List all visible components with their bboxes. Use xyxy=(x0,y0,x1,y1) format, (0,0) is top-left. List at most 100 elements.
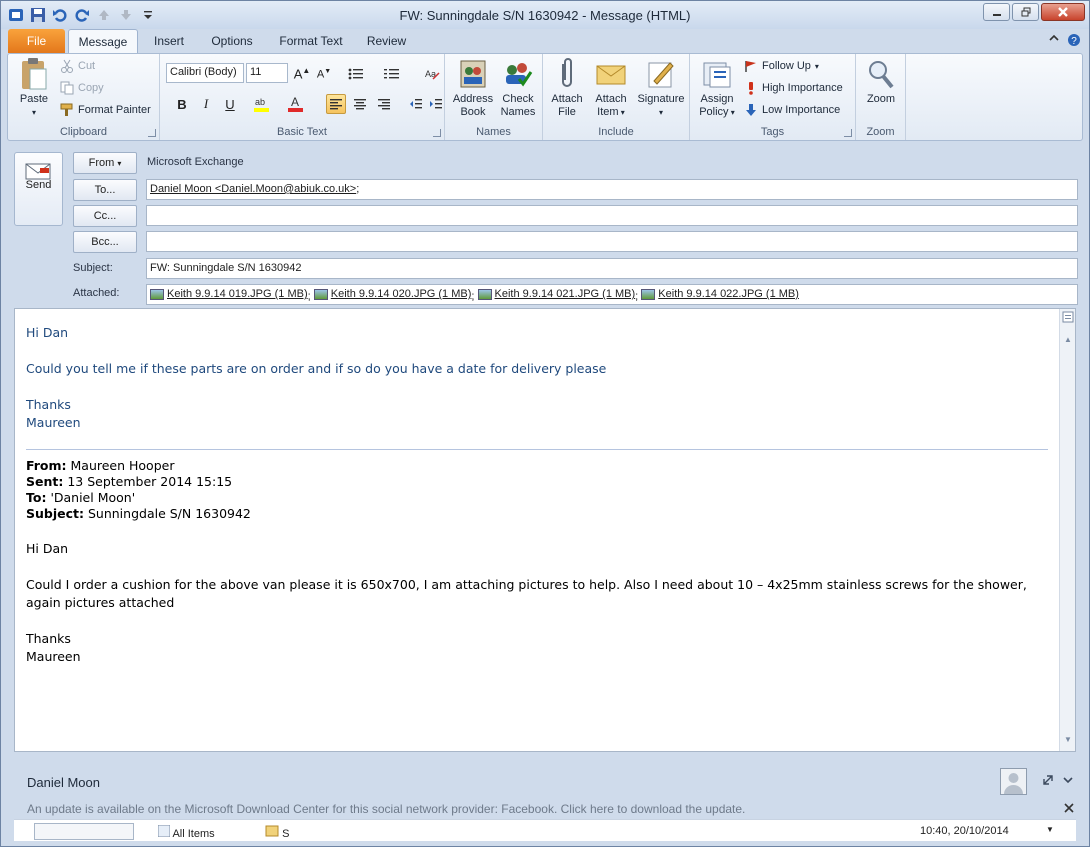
subject-field[interactable]: FW: Sunningdale S/N 1630942 xyxy=(146,258,1078,279)
mail-item-icon xyxy=(265,825,282,840)
align-right-button[interactable] xyxy=(374,94,394,114)
feed-timestamp: 10:40, 20/10/2014 xyxy=(920,825,1009,837)
attach-item-button[interactable]: Attach Item ▾ xyxy=(590,58,632,119)
tab-review[interactable]: Review xyxy=(359,29,414,53)
signature-button[interactable]: Signature ▾ xyxy=(635,58,687,119)
attach-file-button[interactable]: Attach File xyxy=(547,58,587,119)
follow-up-button[interactable]: Follow Up ▾ xyxy=(744,59,819,73)
align-left-button[interactable] xyxy=(326,94,346,114)
close-icon xyxy=(1064,803,1074,813)
avatar[interactable] xyxy=(1000,768,1027,795)
collapse-ribbon-icon[interactable] xyxy=(1049,33,1059,50)
attach-item-label-1: Attach xyxy=(595,93,627,105)
send-button[interactable]: Send xyxy=(14,152,63,226)
from-button[interactable]: From ▾ xyxy=(73,152,137,174)
collapse-people-pane-icon[interactable] xyxy=(1063,774,1073,788)
attachment-item[interactable]: Keith 9.9.14 020.JPG (1 MB) xyxy=(313,288,472,300)
address-book-button[interactable]: Address Book xyxy=(451,58,495,119)
low-importance-button[interactable]: Low Importance xyxy=(744,103,840,117)
expand-people-pane-icon[interactable] xyxy=(1042,774,1054,789)
feed-scroll-down-icon[interactable]: ▼ xyxy=(1046,825,1054,834)
to-field[interactable]: Daniel Moon <Daniel.Moon@abiuk.co.uk>; xyxy=(146,179,1078,200)
align-center-button[interactable] xyxy=(350,94,370,114)
attachment-item[interactable]: Keith 9.9.14 022.JPG (1 MB) xyxy=(641,288,799,300)
forward-subject-label: Subject: xyxy=(26,506,84,521)
clear-formatting-button[interactable]: Aa xyxy=(422,64,442,84)
image-file-icon xyxy=(313,288,328,300)
to-recipient[interactable]: Daniel Moon <Daniel.Moon@abiuk.co.uk> xyxy=(150,183,356,195)
body-scrollbar[interactable]: ▲ ▼ xyxy=(1059,309,1075,751)
bullet-list-icon xyxy=(348,68,363,80)
tab-options[interactable]: Options xyxy=(201,29,263,53)
people-pane-tab[interactable] xyxy=(34,823,134,840)
shrink-font-button[interactable]: A▼ xyxy=(314,64,334,84)
cc-button[interactable]: Cc... xyxy=(73,205,137,227)
decrease-indent-button[interactable] xyxy=(406,94,426,114)
tab-file[interactable]: File xyxy=(8,29,65,53)
person-silhouette-icon xyxy=(1004,773,1023,794)
attachment-name: Keith 9.9.14 020.JPG (1 MB) xyxy=(330,288,472,300)
attachment-item[interactable]: Keith 9.9.14 019.JPG (1 MB) xyxy=(150,288,308,300)
image-file-icon xyxy=(150,288,164,300)
font-name-combo[interactable]: Calibri (Body) xyxy=(166,63,244,83)
forward-signoff: Maureen xyxy=(26,649,81,664)
copy-icon xyxy=(60,81,74,95)
format-painter-button[interactable]: Format Painter xyxy=(60,103,151,117)
zoom-button[interactable]: Zoom xyxy=(860,58,902,106)
font-size-combo[interactable]: 11 xyxy=(246,63,288,83)
cut-button[interactable]: Cut xyxy=(60,59,95,73)
tab-message[interactable]: Message xyxy=(68,29,138,53)
paintbrush-icon xyxy=(60,103,73,116)
scroll-up-icon[interactable]: ▲ xyxy=(1062,335,1074,349)
tab-format-text[interactable]: Format Text xyxy=(271,29,351,53)
clipboard-dialog-launcher[interactable] xyxy=(148,129,156,137)
check-names-button[interactable]: Check Names xyxy=(497,58,539,119)
high-importance-button[interactable]: High Importance xyxy=(744,81,843,95)
ruler-toggle-icon[interactable] xyxy=(1062,311,1074,325)
feed-all-items-label: All Items xyxy=(172,828,215,840)
basic-text-group: Calibri (Body) 11 A▲ A▼ Aa B I U ab A Ba… xyxy=(160,54,445,140)
from-value: Microsoft Exchange xyxy=(147,156,244,168)
attachment-item[interactable]: Keith 9.9.14 021.JPG (1 MB) xyxy=(477,288,635,300)
paste-dropdown-icon[interactable]: ▾ xyxy=(14,106,54,119)
bcc-field[interactable] xyxy=(146,231,1078,252)
update-notification[interactable]: An update is available on the Microsoft … xyxy=(27,802,745,816)
tags-dialog-launcher[interactable] xyxy=(844,129,852,137)
message-body-editor[interactable]: Hi Dan Could you tell me if these parts … xyxy=(14,308,1076,752)
maximize-button[interactable] xyxy=(1012,3,1039,21)
people-pane-name[interactable]: Daniel Moon xyxy=(27,775,100,790)
increase-indent-button[interactable] xyxy=(426,94,446,114)
svg-text:A: A xyxy=(291,95,299,109)
dismiss-update-button[interactable] xyxy=(1064,801,1074,816)
numbering-button[interactable] xyxy=(382,64,402,84)
clipboard-group-label: Clipboard xyxy=(59,126,108,138)
copy-button[interactable]: Copy xyxy=(60,81,104,95)
close-icon xyxy=(1058,7,1068,17)
grow-font-button[interactable]: A▲ xyxy=(292,64,312,84)
basic-text-dialog-launcher[interactable] xyxy=(433,129,441,137)
help-icon[interactable]: ? xyxy=(1067,33,1081,50)
assign-policy-button[interactable]: Assign Policy ▾ xyxy=(694,58,740,119)
feed-entry[interactable]: S xyxy=(265,825,289,840)
bcc-button[interactable]: Bcc... xyxy=(73,231,137,253)
underline-button[interactable]: U xyxy=(220,94,240,114)
to-button[interactable]: To... xyxy=(73,179,137,201)
close-button[interactable] xyxy=(1041,3,1085,21)
paperclip-icon xyxy=(551,58,583,90)
feed-all-items[interactable]: All Items xyxy=(157,824,215,840)
decrease-indent-icon xyxy=(410,99,422,109)
message-header: Send From ▾ Microsoft Exchange To... Dan… xyxy=(7,145,1083,305)
forward-sent-label: Sent: xyxy=(26,474,64,489)
check-names-label-2: Names xyxy=(500,106,536,118)
tab-insert[interactable]: Insert xyxy=(143,29,195,53)
font-color-button[interactable]: A xyxy=(286,94,306,114)
italic-button[interactable]: I xyxy=(196,94,216,114)
flag-icon xyxy=(745,61,756,72)
minimize-button[interactable] xyxy=(983,3,1010,21)
paste-button[interactable]: Paste ▾ xyxy=(14,58,54,119)
scroll-down-icon[interactable]: ▼ xyxy=(1062,735,1074,749)
bullets-button[interactable] xyxy=(346,64,366,84)
cc-field[interactable] xyxy=(146,205,1078,226)
bold-button[interactable]: B xyxy=(172,94,192,114)
highlight-button[interactable]: ab xyxy=(252,94,272,114)
